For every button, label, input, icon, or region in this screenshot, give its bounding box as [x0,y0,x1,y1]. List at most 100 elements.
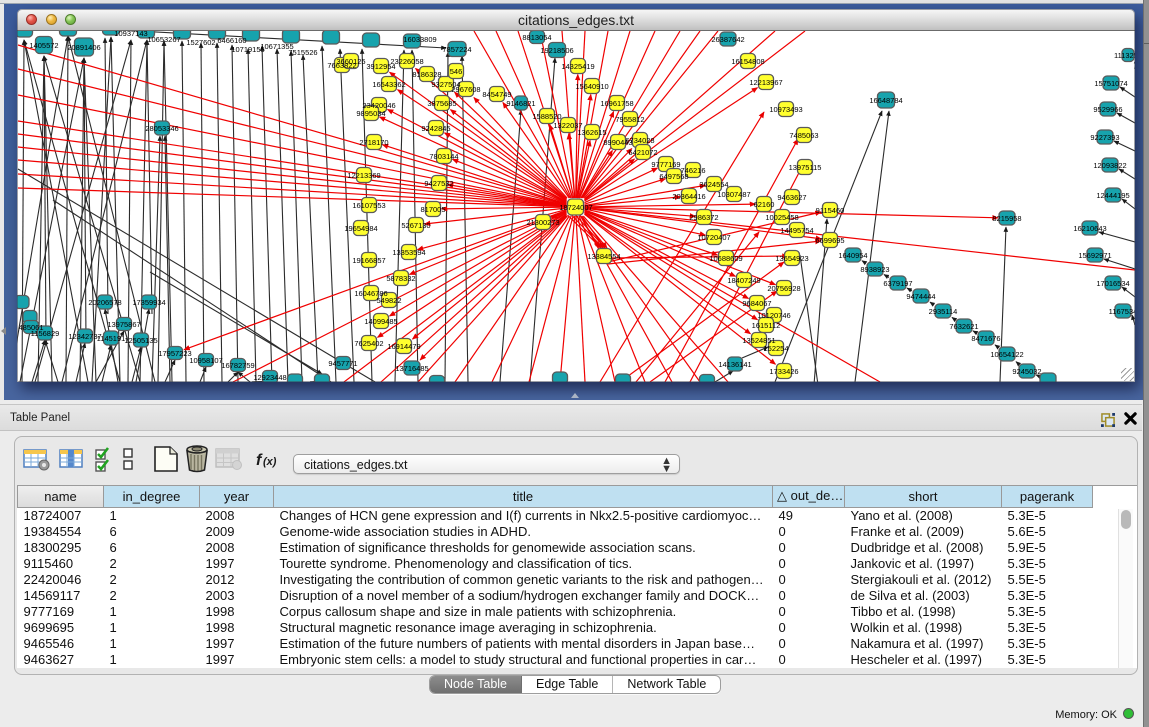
svg-text:14325419: 14325419 [561,62,594,71]
svg-text:2718170: 2718170 [359,138,388,147]
svg-text:20891406: 20891406 [67,43,100,52]
svg-text:1405572: 1405572 [29,41,58,50]
svg-text:2986372: 2986372 [689,213,718,222]
svg-text:1615112: 1615112 [752,321,781,330]
svg-text:8471676: 8471676 [971,334,1000,343]
svg-text:16648784: 16648784 [869,96,902,105]
svg-text:16107553: 16107553 [352,201,385,210]
svg-text:20364416: 20364416 [672,192,705,201]
svg-text:16210643: 16210643 [1073,224,1106,233]
svg-text:17957223: 17957223 [158,349,191,358]
svg-text:20756928: 20756928 [767,284,800,293]
svg-text:7955812: 7955812 [615,115,644,124]
svg-text:9245032: 9245032 [1012,367,1041,376]
svg-text:7625402: 7625402 [354,339,383,348]
svg-text:9895034: 9895034 [356,109,385,118]
svg-text:817005: 817005 [420,205,445,214]
svg-text:9463627: 9463627 [777,193,806,202]
svg-text:7632621: 7632621 [949,322,978,331]
svg-text:152254: 152254 [763,344,788,353]
svg-text:5878332: 5878332 [386,274,415,283]
svg-text:19654984: 19654984 [344,224,377,233]
svg-text:7857224: 7857224 [442,45,471,54]
svg-text:13353594: 13353594 [392,248,425,257]
svg-text:3660125: 3660125 [336,57,365,66]
svg-text:9115460: 9115460 [816,206,845,215]
svg-text:9242845: 9242845 [421,124,450,133]
svg-text:7515526: 7515526 [288,48,317,57]
svg-text:9474444: 9474444 [906,292,935,301]
svg-text:14099485: 14099485 [364,317,397,326]
svg-text:1733426: 1733426 [769,367,798,376]
svg-text:6466160: 6466160 [217,36,246,45]
svg-text:18724007: 18724007 [559,203,592,212]
svg-text:12213967: 12213967 [749,78,782,87]
svg-text:546: 546 [450,67,463,76]
svg-text:12923448: 12923448 [253,373,286,382]
svg-text:15751074: 15751074 [1094,79,1127,88]
svg-text:6699695: 6699695 [815,236,844,245]
svg-text:9457771: 9457771 [328,359,357,368]
svg-text:10654122: 10654122 [990,350,1023,359]
svg-text:10653267: 10653267 [147,35,180,44]
svg-text:18407249: 18407249 [727,276,760,285]
svg-text:16543362: 16543362 [372,80,405,89]
svg-text:10973493: 10973493 [769,105,802,114]
svg-text:10688609: 10688609 [709,254,742,263]
svg-text:12093822: 12093822 [1093,161,1126,170]
svg-text:9777169: 9777169 [651,160,680,169]
svg-text:6734028: 6734028 [625,136,654,145]
svg-text:9529966: 9529966 [1093,105,1122,114]
svg-text:16033809: 16033809 [403,35,436,44]
svg-text:23226058: 23226058 [390,57,423,66]
svg-text:15692971: 15692971 [1078,251,1111,260]
svg-text:1145191: 1145191 [97,334,126,343]
svg-text:8938923: 8938923 [860,265,889,274]
svg-text:21300273: 21300273 [526,218,559,227]
svg-text:28053346: 28053346 [145,124,178,133]
svg-text:12213369: 12213369 [347,171,380,180]
svg-text:f: f [256,452,263,469]
svg-text:5267130: 5267130 [401,221,430,230]
svg-text:10937143: 10937143 [114,31,147,38]
svg-text:13654923: 13654923 [775,254,808,263]
svg-text:9146821: 9146821 [506,99,535,108]
svg-text:10307487: 10307487 [717,190,750,199]
svg-text:1640954: 1640954 [838,251,867,260]
svg-text:8186328: 8186328 [412,70,441,79]
svg-text:6379197: 6379197 [883,279,912,288]
svg-text:9427532: 9427532 [424,179,453,188]
svg-text:8813054: 8813054 [522,33,551,42]
svg-text:16914479: 16914479 [387,342,420,351]
svg-text:13975115: 13975115 [789,163,822,172]
svg-text:62160: 62160 [754,200,775,209]
svg-text:1588520: 1588520 [532,112,561,121]
svg-text:10025458: 10025458 [765,213,798,222]
svg-text:17359934: 17359934 [132,298,165,307]
svg-text:15640910: 15640910 [575,82,608,91]
svg-text:1156829: 1156829 [31,329,60,338]
svg-text:20206578: 20206578 [88,298,121,307]
svg-text:12505135: 12505135 [124,336,157,345]
svg-text:3875685: 3875685 [427,99,456,108]
svg-text:26387642: 26387642 [711,35,744,44]
svg-text:12444195: 12444195 [1096,191,1129,200]
svg-text:13975867: 13975867 [107,320,140,329]
svg-text:1527602: 1527602 [186,38,215,47]
svg-text:3624554: 3624554 [699,180,728,189]
svg-text:13716485: 13716485 [395,364,428,373]
svg-text:2935114: 2935114 [929,307,958,316]
svg-text:19218506: 19218506 [540,46,573,55]
svg-text:10120746: 10120746 [757,311,790,320]
svg-text:8454749: 8454749 [482,90,511,99]
svg-text:549822: 549822 [376,296,401,305]
svg-text:8215958: 8215958 [992,214,1021,223]
svg-text:1167534: 1167534 [1109,307,1135,316]
svg-text:17016534: 17016534 [1096,279,1129,288]
svg-text:1362615: 1362615 [577,128,606,137]
svg-text:13384554: 13384554 [587,252,620,261]
svg-text:2967608: 2967608 [451,85,480,94]
svg-text:746216: 746216 [680,166,705,175]
svg-text:(x): (x) [263,456,277,468]
svg-text:16961758: 16961758 [600,99,633,108]
